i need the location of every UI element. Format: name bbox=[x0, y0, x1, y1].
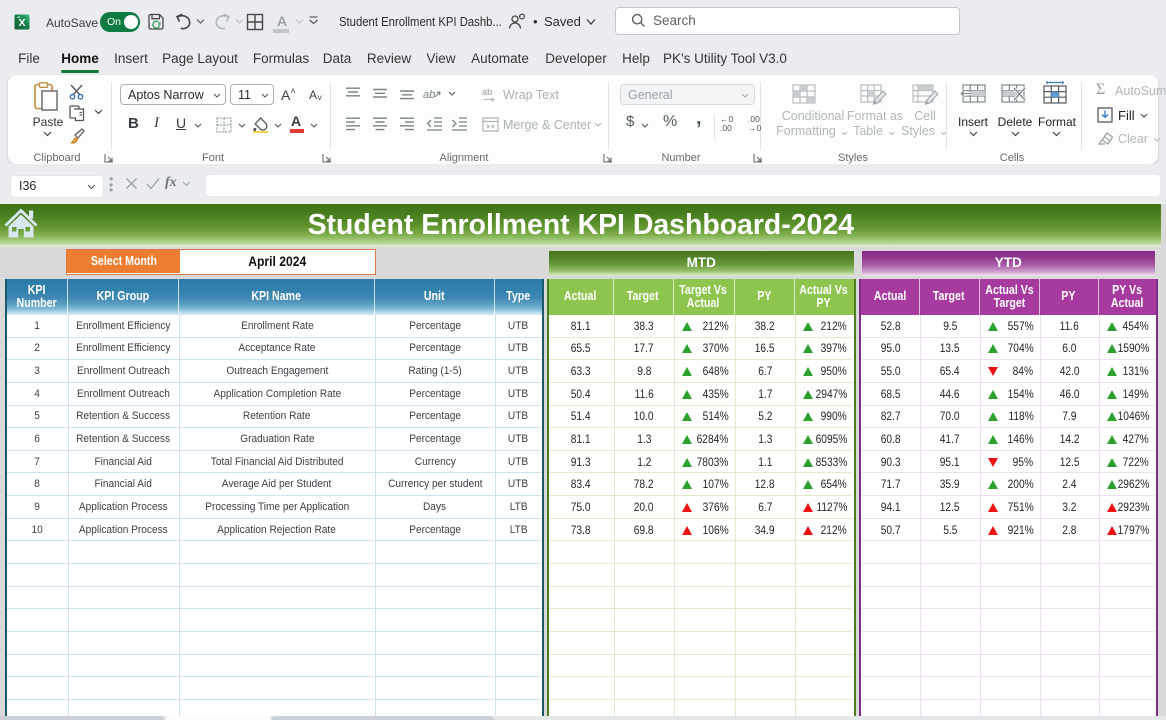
svg-text:ab: ab bbox=[482, 87, 493, 97]
svg-text:ab: ab bbox=[423, 89, 435, 101]
svg-text:X: X bbox=[18, 17, 25, 29]
